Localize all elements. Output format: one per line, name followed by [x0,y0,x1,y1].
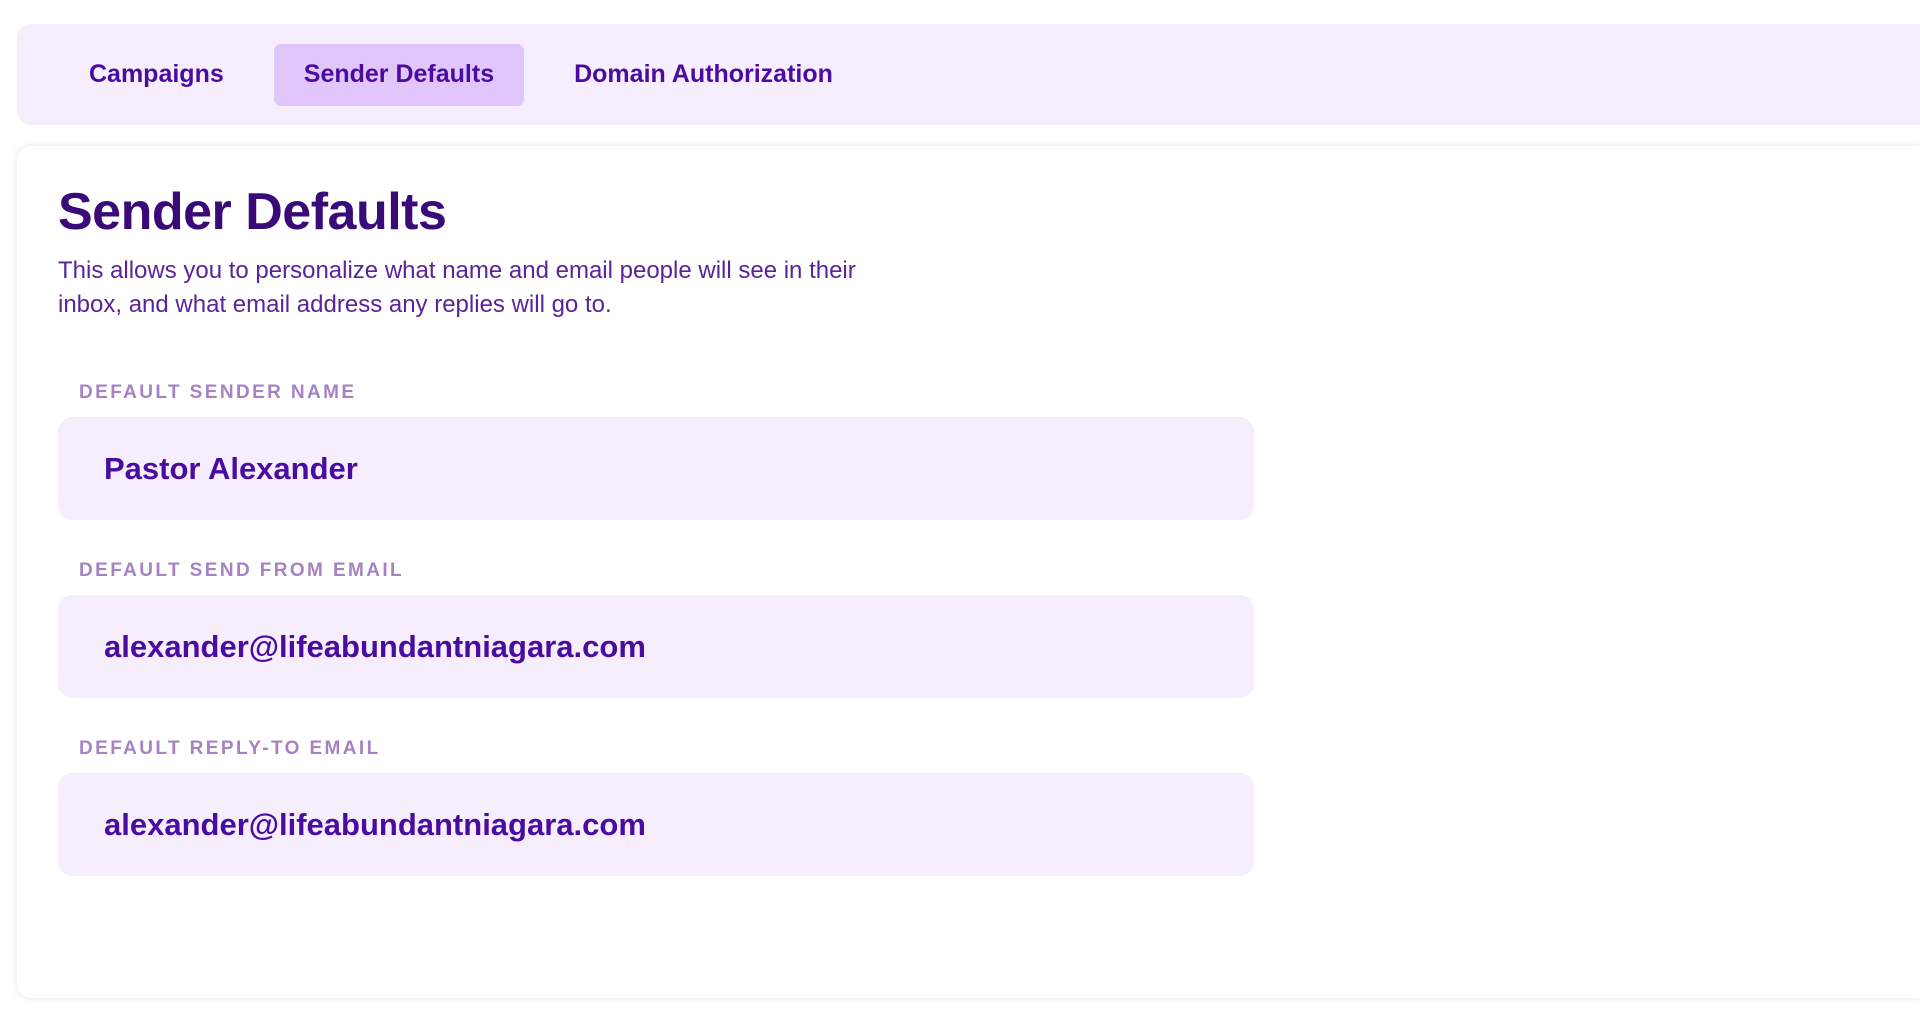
tab-campaigns[interactable]: Campaigns [67,44,254,106]
tab-bar: Campaigns Sender Defaults Domain Authori… [17,24,1920,125]
send-from-email-label: DEFAULT SEND FROM EMAIL [79,560,405,581]
tab-domain-authorization[interactable]: Domain Authorization [544,44,863,106]
page-title: Sender Defaults [58,183,447,241]
sender-name-input[interactable]: Pastor Alexander [58,417,1254,520]
reply-to-email-label: DEFAULT REPLY-TO EMAIL [79,738,381,759]
sender-defaults-panel: Sender Defaults This allows you to perso… [17,146,1920,998]
send-from-email-input[interactable]: alexander@lifeabundantniagara.com [58,595,1254,698]
reply-to-email-input[interactable]: alexander@lifeabundantniagara.com [58,773,1254,876]
sender-name-label: DEFAULT SENDER NAME [79,382,357,403]
tab-sender-defaults[interactable]: Sender Defaults [273,43,525,106]
page-description: This allows you to personalize what name… [58,257,856,318]
